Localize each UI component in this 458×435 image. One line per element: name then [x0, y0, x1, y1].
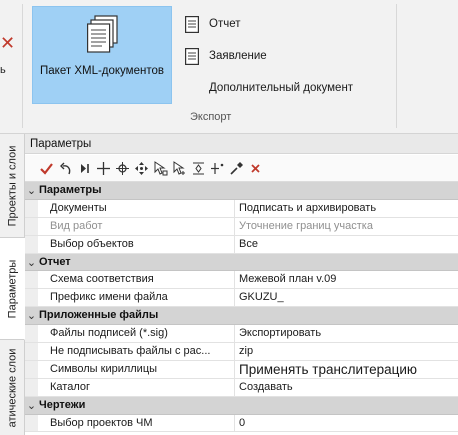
additional-document-button[interactable]: Дополнительный документ — [209, 78, 353, 98]
property-value[interactable]: Подписать и архивировать — [235, 200, 458, 217]
select-cursor-icon[interactable] — [151, 158, 170, 178]
chevron-down-icon[interactable]: ⌄ — [25, 254, 38, 271]
point-add-icon[interactable] — [208, 158, 227, 178]
tab-projects-layers-label: Проекты и слои — [6, 145, 19, 226]
property-name: Символы кириллицы — [38, 360, 235, 378]
property-row[interactable]: Выбор проектов ЧМ 0 — [25, 414, 458, 433]
ribbon-left-partial-group: ✕ ь — [0, 0, 28, 128]
tab-thematic-layers[interactable]: атические слои — [0, 340, 24, 435]
chevron-down-icon[interactable]: ⌄ — [25, 182, 38, 199]
panel-title: Параметры — [25, 134, 458, 154]
property-row[interactable]: Каталог Создавать — [25, 378, 458, 397]
chevron-down-icon[interactable]: ⌄ — [25, 307, 38, 324]
close-icon[interactable] — [246, 158, 265, 178]
category-attached-files[interactable]: ⌄ Приложенные файлы — [25, 307, 458, 326]
application-label: Заявление — [209, 50, 267, 62]
property-grid: ⌄ Параметры Документы Подписать и архиви… — [25, 182, 458, 433]
property-value[interactable]: Экспортировать — [235, 325, 458, 342]
property-row[interactable]: Символы кириллицы Применять транслитерац… — [25, 360, 458, 379]
property-value[interactable]: 0 — [235, 415, 458, 432]
report-button[interactable]: Отчет — [185, 14, 241, 34]
property-name: Префикс имени файла — [38, 289, 235, 307]
property-value[interactable]: zip — [235, 343, 458, 360]
property-name: Не подписывать файлы с рас... — [38, 343, 235, 360]
property-name: Вид работ — [38, 217, 235, 235]
property-name: Документы — [38, 199, 235, 217]
document-stack-icon — [87, 15, 118, 53]
ribbon-separator — [396, 4, 397, 128]
application-button[interactable]: Заявление — [185, 46, 267, 66]
tab-thematic-layers-label: атические слои — [6, 348, 18, 427]
category-label: Чертежи — [39, 398, 86, 411]
category-parameters[interactable]: ⌄ Параметры — [25, 182, 458, 200]
target-icon[interactable] — [113, 158, 132, 178]
property-row[interactable]: Документы Подписать и архивировать — [25, 199, 458, 218]
parameters-panel: Параметры ⌄ Параметры Документы Подписат… — [25, 134, 458, 435]
ribbon: ✕ ь Пакет XML-документов Отчет Заявление… — [0, 0, 458, 134]
property-name: Файлы подписей (*.sig) — [38, 325, 235, 343]
fit-icon[interactable] — [189, 158, 208, 178]
chevron-down-icon[interactable]: ⌄ — [25, 397, 38, 414]
crosshair-icon[interactable] — [94, 158, 113, 178]
property-name: Каталог — [38, 378, 235, 396]
delete-x-icon[interactable]: ✕ — [0, 34, 15, 52]
property-row[interactable]: Выбор объектов Все — [25, 235, 458, 254]
side-tabs: Проекты и слои Параметры атические слои — [0, 134, 25, 435]
panel-toolbar — [25, 155, 458, 182]
report-label: Отчет — [209, 18, 241, 30]
property-value[interactable]: Применять транслитерацию — [235, 361, 458, 378]
category-report[interactable]: ⌄ Отчет — [25, 253, 458, 272]
category-label: Приложенные файлы — [39, 309, 159, 322]
tab-projects-layers[interactable]: Проекты и слои — [0, 134, 24, 238]
ribbon-group-label: Экспорт — [190, 111, 232, 123]
property-value[interactable]: Создавать — [235, 379, 458, 396]
tab-parameters[interactable]: Параметры — [0, 238, 25, 340]
additional-document-label: Дополнительный документ — [209, 82, 354, 94]
category-label: Параметры — [39, 184, 102, 196]
property-row[interactable]: Не подписывать файлы с рас... zip — [25, 343, 458, 361]
document-icon — [185, 15, 199, 33]
property-value: Уточнение границ участка — [239, 219, 373, 232]
document-icon — [185, 47, 199, 65]
xml-package-label: Пакет XML-документов — [40, 65, 164, 77]
move-icon[interactable] — [132, 158, 151, 178]
property-value[interactable]: GKUZU_ — [235, 289, 458, 306]
property-value[interactable]: Межевой план v.09 — [235, 271, 458, 288]
category-drawings[interactable]: ⌄ Чертежи — [25, 396, 458, 415]
partial-button-label: ь — [0, 64, 6, 76]
property-name: Выбор проектов ЧМ — [38, 414, 235, 432]
property-name: Схема соответствия — [38, 271, 235, 289]
tab-parameters-label: Параметры — [6, 259, 19, 318]
property-name: Выбор объектов — [38, 235, 235, 253]
property-row[interactable]: Префикс имени файла GKUZU_ — [25, 289, 458, 308]
category-label: Отчет — [39, 255, 71, 268]
property-row[interactable]: Файлы подписей (*.sig) Экспортировать — [25, 325, 458, 344]
property-value[interactable]: Все — [235, 236, 458, 253]
select-point-icon[interactable] — [170, 158, 189, 178]
checkmark-icon[interactable] — [37, 158, 56, 178]
ribbon-separator — [22, 4, 23, 128]
property-row[interactable]: Вид работ Уточнение границ участка — [25, 217, 458, 236]
xml-package-button[interactable]: Пакет XML-документов — [32, 6, 172, 104]
skip-icon[interactable] — [75, 158, 94, 178]
property-row[interactable]: Схема соответствия Межевой план v.09 — [25, 271, 458, 290]
undo-icon[interactable] — [56, 158, 75, 178]
eyedropper-icon[interactable] — [227, 158, 246, 178]
